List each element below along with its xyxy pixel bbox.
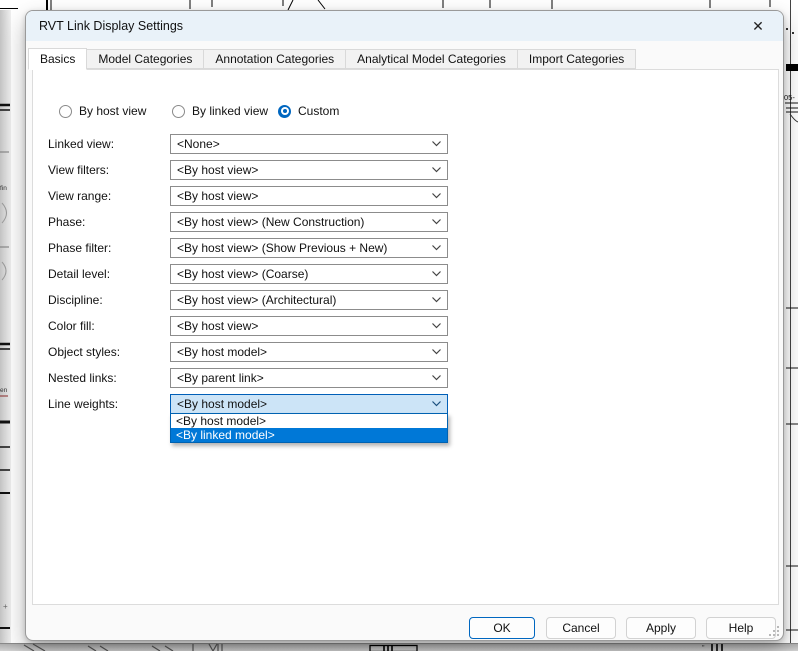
dropdown-value: <By host view>	[177, 319, 259, 333]
tab-basics[interactable]: Basics	[28, 48, 88, 70]
nested-links-dropdown[interactable]: <By parent link>	[170, 368, 448, 388]
view-filters-dropdown[interactable]: <By host view>	[170, 160, 448, 180]
form-row-detail-level: Detail level: <By host view> (Coarse)	[33, 264, 778, 284]
bg-text-en: en	[0, 387, 8, 394]
object-styles-dropdown[interactable]: <By host model>	[170, 342, 448, 362]
line-weights-dropdown[interactable]: <By host model>	[170, 394, 448, 414]
radio-by-linked-view[interactable]: By linked view	[172, 103, 268, 119]
form-row-line-weights: Line weights: <By host model>	[33, 394, 778, 414]
tab-annotation-categories[interactable]: Annotation Categories	[203, 49, 347, 69]
radio-by-host-view[interactable]: By host view	[59, 103, 146, 119]
form-row-discipline: Discipline: <By host view> (Architectura…	[33, 290, 778, 310]
tab-model-categories[interactable]: Model Categories	[86, 49, 205, 69]
view-range-dropdown[interactable]: <By host view>	[170, 186, 448, 206]
chevron-down-icon	[432, 219, 441, 225]
chevron-down-icon	[432, 375, 441, 381]
color-fill-dropdown[interactable]: <By host view>	[170, 316, 448, 336]
form-row-phase: Phase: <By host view> (New Construction)	[33, 212, 778, 232]
field-label: Nested links:	[48, 371, 117, 385]
field-label: Linked view:	[48, 137, 115, 151]
line-weights-open-list: <By host model> <By linked model>	[170, 413, 448, 443]
radio-circle-selected-icon	[278, 104, 291, 118]
ok-button[interactable]: OK	[469, 617, 535, 639]
dropdown-value: <None>	[177, 137, 220, 151]
help-button[interactable]: Help	[706, 617, 776, 639]
dropdown-value: <By host view> (Show Previous + New)	[177, 241, 388, 255]
field-label: Detail level:	[48, 267, 111, 281]
field-label: Phase:	[48, 215, 86, 229]
radio-label: Custom	[298, 104, 340, 118]
radio-label: By host view	[79, 104, 147, 118]
dialog-titlebar[interactable]: RVT Link Display Settings ✕	[26, 11, 783, 41]
list-item-by-host-model[interactable]: <By host model>	[171, 414, 447, 428]
apply-button[interactable]: Apply	[626, 617, 696, 639]
rvt-link-display-settings-dialog: RVT Link Display Settings ✕ Basics Model…	[25, 10, 784, 641]
chevron-down-icon	[432, 349, 441, 355]
form-row-nested-links: Nested links: <By parent link>	[33, 368, 778, 388]
dropdown-value: <By host view> (Coarse)	[177, 267, 309, 281]
dropdown-value: <By parent link>	[177, 371, 264, 385]
dropdown-value: <By host view> (Architectural)	[177, 293, 337, 307]
detail-level-dropdown[interactable]: <By host view> (Coarse)	[170, 264, 448, 284]
field-label: Phase filter:	[48, 241, 112, 255]
chevron-down-icon	[432, 271, 441, 277]
svg-text:+: +	[3, 602, 8, 611]
field-label: View range:	[48, 189, 112, 203]
form-row-view-range: View range: <By host view>	[33, 186, 778, 206]
bg-text-fin: fin	[0, 185, 7, 192]
field-label: Object styles:	[48, 345, 121, 359]
field-label: Color fill:	[48, 319, 95, 333]
basics-tab-page: By host view By linked view Custom Linke…	[32, 69, 779, 605]
field-label: Discipline:	[48, 293, 103, 307]
form-row-object-styles: Object styles: <By host model>	[33, 342, 778, 362]
field-label: View filters:	[48, 163, 110, 177]
chevron-down-icon	[432, 245, 441, 251]
tab-import-categories[interactable]: Import Categories	[516, 49, 637, 69]
resize-grip[interactable]	[769, 626, 780, 637]
chevron-down-icon	[432, 167, 441, 173]
form-row-view-filters: View filters: <By host view>	[33, 160, 778, 180]
chevron-down-icon	[432, 297, 441, 303]
dropdown-value: <By host model>	[177, 397, 268, 411]
radio-circle-icon	[59, 104, 72, 118]
chevron-down-icon	[432, 141, 441, 147]
dropdown-value: <By host view>	[177, 163, 259, 177]
tab-strip: Basics Model Categories Annotation Categ…	[28, 47, 781, 70]
dialog-title: RVT Link Display Settings	[39, 19, 184, 33]
radio-label: By linked view	[192, 104, 269, 118]
phase-filter-dropdown[interactable]: <By host view> (Show Previous + New)	[170, 238, 448, 258]
tab-analytical-model-categories[interactable]: Analytical Model Categories	[345, 49, 518, 69]
form-row-color-fill: Color fill: <By host view>	[33, 316, 778, 336]
radio-custom[interactable]: Custom	[278, 103, 339, 119]
dropdown-value: <By host model>	[177, 345, 268, 359]
chevron-down-icon	[432, 193, 441, 199]
field-label: Line weights:	[48, 397, 119, 411]
dropdown-value: <By host view>	[177, 189, 259, 203]
form-row-phase-filter: Phase filter: <By host view> (Show Previ…	[33, 238, 778, 258]
linked-view-dropdown[interactable]: <None>	[170, 134, 448, 154]
list-item-by-linked-model[interactable]: <By linked model>	[171, 428, 447, 442]
chevron-down-icon	[432, 401, 441, 407]
discipline-dropdown[interactable]: <By host view> (Architectural)	[170, 290, 448, 310]
bg-text-05: 05-	[784, 93, 795, 102]
close-icon[interactable]: ✕	[741, 14, 775, 38]
radio-circle-icon	[172, 104, 185, 118]
chevron-down-icon	[432, 323, 441, 329]
dropdown-value: <By host view> (New Construction)	[177, 215, 365, 229]
form-row-linked-view: Linked view: <None>	[33, 134, 778, 154]
cancel-button[interactable]: Cancel	[546, 617, 616, 639]
phase-dropdown[interactable]: <By host view> (New Construction)	[170, 212, 448, 232]
